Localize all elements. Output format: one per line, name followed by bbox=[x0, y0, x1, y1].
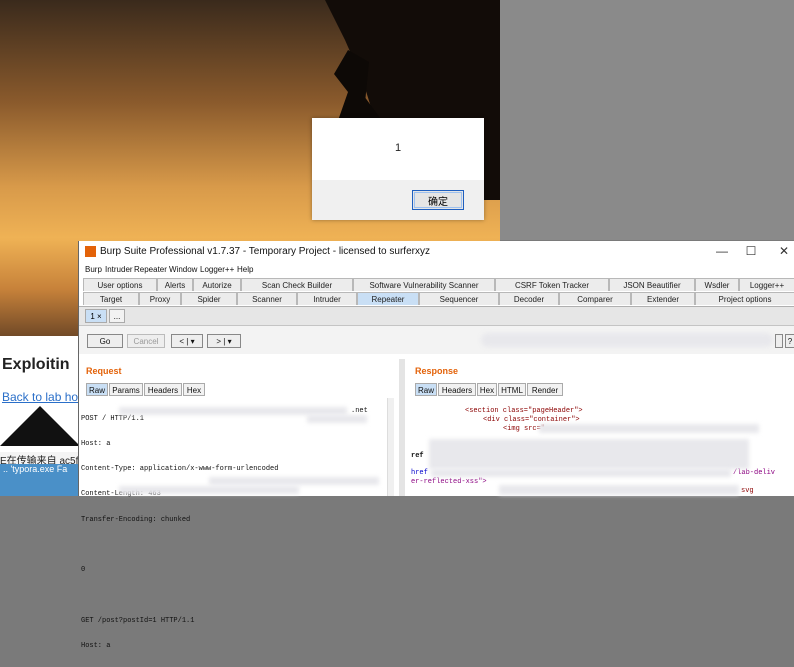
request-tab-raw[interactable]: Raw bbox=[86, 383, 108, 396]
response-line-6: er-reflected-xss"> bbox=[411, 478, 487, 486]
tab-intruder[interactable]: Intruder bbox=[297, 292, 357, 305]
burp-logo-icon bbox=[85, 246, 96, 257]
response-tab-hex[interactable]: Hex bbox=[477, 383, 497, 396]
response-body-redacted bbox=[429, 439, 749, 469]
repeater-toolbar: Go Cancel < | ▾ > | ▾ ? bbox=[79, 326, 794, 354]
request-line-3: Content-Type: application/x-www-form-url… bbox=[81, 465, 279, 474]
target-field-redacted bbox=[481, 333, 773, 347]
background-gray-area bbox=[500, 0, 794, 240]
page-heading: Exploitin bbox=[2, 356, 70, 373]
request-heading: Request bbox=[86, 366, 122, 376]
response-line-5b: /lab-deliv bbox=[733, 469, 776, 477]
menu-burp[interactable]: Burp bbox=[85, 265, 102, 274]
taskbar-text: .. 'typora.exe Fa bbox=[3, 464, 68, 474]
minimize-button[interactable]: — bbox=[712, 244, 732, 258]
request-line-8 bbox=[81, 591, 278, 599]
tab-sequencer[interactable]: Sequencer bbox=[419, 292, 499, 305]
taskbar-strip: .. 'typora.exe Fa bbox=[0, 464, 80, 496]
response-line-4: ref bbox=[411, 452, 424, 460]
request-line-2: Host: a bbox=[81, 440, 111, 449]
request-ctype-redacted bbox=[307, 415, 367, 423]
help-button[interactable]: ? bbox=[785, 334, 794, 348]
title-bar: Burp Suite Professional v1.7.37 - Tempor… bbox=[79, 241, 794, 263]
tab-autorize[interactable]: Autorize bbox=[193, 278, 241, 291]
tab-scanner[interactable]: Scanner bbox=[237, 292, 297, 305]
response-heading: Response bbox=[415, 366, 459, 376]
alert-message: 1 bbox=[394, 142, 402, 154]
tab-logger-plus[interactable]: Logger++ bbox=[739, 278, 794, 291]
tab-spider[interactable]: Spider bbox=[181, 292, 237, 305]
request-tab-hex[interactable]: Hex bbox=[183, 383, 205, 396]
request-tab-headers[interactable]: Headers bbox=[144, 383, 182, 396]
cancel-button[interactable]: Cancel bbox=[127, 334, 165, 348]
menu-help[interactable]: Help bbox=[237, 265, 253, 274]
response-img-redacted bbox=[539, 424, 759, 433]
request-line-1: POST / HTTP/1.1 bbox=[81, 414, 145, 423]
menu-repeater[interactable]: Repeater bbox=[134, 265, 167, 274]
response-line-7: svg bbox=[741, 487, 754, 495]
alert-ok-button[interactable]: 确定 bbox=[412, 190, 464, 210]
request-line-6 bbox=[81, 541, 278, 549]
forward-history-button[interactable]: > | ▾ bbox=[207, 334, 241, 348]
menu-bar: Burp Intruder Repeater Window Logger++ H… bbox=[79, 263, 794, 278]
go-button[interactable]: Go bbox=[87, 334, 123, 348]
maximize-button[interactable]: ☐ bbox=[741, 244, 761, 258]
tab-alerts[interactable]: Alerts bbox=[157, 278, 193, 291]
request-body[interactable]: POST / HTTP/1.1 Host: a Content-Type: ap… bbox=[81, 398, 278, 667]
window-title: Burp Suite Professional v1.7.37 - Tempor… bbox=[100, 246, 430, 257]
request-tab-params[interactable]: Params bbox=[109, 383, 143, 396]
request-scrollbar[interactable] bbox=[387, 398, 394, 496]
tab-proxy[interactable]: Proxy bbox=[139, 292, 181, 305]
response-tail-redacted bbox=[499, 485, 739, 495]
request-line-5: Transfer-Encoding: chunked bbox=[81, 515, 191, 524]
request-line-7: 0 bbox=[81, 566, 86, 575]
tab-extender[interactable]: Extender bbox=[631, 292, 695, 305]
tab-decoder[interactable]: Decoder bbox=[499, 292, 559, 305]
tab-repeater[interactable]: Repeater bbox=[357, 292, 419, 305]
menu-window[interactable]: Window bbox=[169, 265, 197, 274]
repeater-tab-1[interactable]: 1 × bbox=[85, 309, 107, 323]
response-line-5a: href bbox=[411, 469, 428, 477]
close-button[interactable]: ✕ bbox=[774, 244, 794, 258]
menu-intruder[interactable]: Intruder bbox=[105, 265, 133, 274]
tab-json-beautifier[interactable]: JSON Beautifier bbox=[609, 278, 695, 291]
split-divider[interactable] bbox=[399, 359, 405, 496]
response-href-redacted bbox=[431, 469, 731, 477]
tab-row-extensions: User options Alerts Autorize Scan Check … bbox=[79, 278, 794, 292]
burp-window: Burp Suite Professional v1.7.37 - Tempor… bbox=[78, 241, 794, 650]
tab-csrf-token-tracker[interactable]: CSRF Token Tracker bbox=[495, 278, 609, 291]
tab-software-vuln-scanner[interactable]: Software Vulnerability Scanner bbox=[353, 278, 495, 291]
target-dropdown-button[interactable] bbox=[775, 334, 783, 348]
repeater-subtabs: 1 × ... bbox=[79, 307, 794, 326]
response-tab-raw[interactable]: Raw bbox=[415, 383, 437, 396]
tab-user-options[interactable]: User options bbox=[83, 278, 157, 291]
tab-project-options[interactable]: Project options bbox=[695, 292, 794, 305]
request-line-redacted bbox=[209, 477, 379, 485]
request-line-10: Host: a bbox=[81, 641, 111, 650]
response-tab-render[interactable]: Render bbox=[527, 383, 563, 396]
logo-triangle-icon bbox=[0, 406, 80, 446]
request-line-9: GET /post?postId=1 HTTP/1.1 bbox=[81, 616, 195, 625]
tab-wsdler[interactable]: Wsdler bbox=[695, 278, 739, 291]
back-to-lab-link[interactable]: Back to lab ho bbox=[2, 390, 78, 404]
alert-footer: 确定 bbox=[312, 180, 484, 220]
tab-scan-check-builder[interactable]: Scan Check Builder bbox=[241, 278, 353, 291]
back-history-button[interactable]: < | ▾ bbox=[171, 334, 203, 348]
response-tab-headers[interactable]: Headers bbox=[438, 383, 476, 396]
request-host2-redacted bbox=[119, 486, 299, 494]
repeater-new-tab[interactable]: ... bbox=[109, 309, 125, 323]
tab-row-tools: Target Proxy Spider Scanner Intruder Rep… bbox=[79, 292, 794, 306]
response-tab-html[interactable]: HTML bbox=[498, 383, 526, 396]
menu-logger[interactable]: Logger++ bbox=[200, 265, 234, 274]
tab-target[interactable]: Target bbox=[83, 292, 139, 305]
lab-page-fragment: Exploitin Back to lab ho E在传输来自 ac5f1f .… bbox=[0, 336, 80, 496]
response-line-1: <section class="pageHeader"> bbox=[465, 407, 583, 415]
tab-comparer[interactable]: Comparer bbox=[559, 292, 631, 305]
request-host-redacted bbox=[119, 407, 347, 415]
alert-dialog: 1 确定 bbox=[312, 118, 484, 220]
